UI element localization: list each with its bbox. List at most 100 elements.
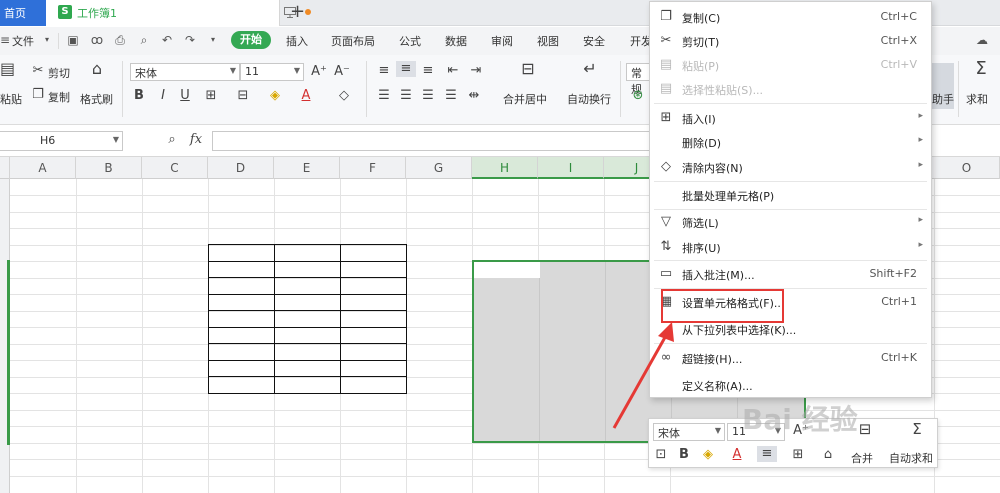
- indent-decrease-icon[interactable]: ⇤: [445, 63, 461, 79]
- print-icon[interactable]: ⎙: [113, 33, 127, 47]
- column-header-d[interactable]: D: [208, 157, 274, 179]
- column-header-e[interactable]: E: [274, 157, 340, 179]
- distribute-icon[interactable]: ⇹: [466, 88, 482, 104]
- menu-item-paste[interactable]: ▤ 粘贴(P) Ctrl+V: [650, 53, 931, 77]
- print-preview-icon[interactable]: ⌕: [137, 33, 151, 47]
- align-top-icon[interactable]: ≡: [376, 63, 392, 79]
- name-box[interactable]: H6 ▼: [0, 131, 123, 151]
- column-header-b[interactable]: B: [76, 157, 142, 179]
- tab-security[interactable]: 安全: [583, 33, 605, 49]
- sum-icon[interactable]: Σ: [971, 60, 991, 78]
- hamburger-icon[interactable]: ≡: [0, 33, 12, 47]
- menu-file[interactable]: 文件: [12, 33, 34, 49]
- menu-item-batch-process[interactable]: 批量处理单元格(P): [650, 183, 931, 207]
- align-bottom-icon[interactable]: ≡: [420, 63, 436, 79]
- cut-button[interactable]: 剪切: [48, 65, 70, 81]
- assistant-button[interactable]: 助手: [932, 91, 954, 107]
- font-color-icon[interactable]: A: [298, 88, 314, 104]
- row-headers[interactable]: [0, 179, 10, 493]
- wrap-text-button[interactable]: 自动换行: [567, 91, 611, 107]
- mini-fill-color-icon[interactable]: ◈: [699, 447, 717, 463]
- tab-start[interactable]: 开始: [231, 31, 271, 49]
- menu-item-insert[interactable]: ⊞ 插入(I) ▸: [650, 106, 931, 130]
- mini-merge-icon[interactable]: ⊟: [855, 421, 875, 437]
- formula-input[interactable]: [212, 131, 652, 151]
- menu-item-filter[interactable]: ▽ 筛选(L) ▸: [650, 210, 931, 234]
- underline-icon[interactable]: U: [178, 88, 192, 104]
- menu-item-cut[interactable]: ✂ 剪切(T) Ctrl+X: [650, 29, 931, 53]
- menu-item-copy[interactable]: ❐ 复制(C) Ctrl+C: [650, 5, 931, 29]
- tab-view[interactable]: 视图: [537, 33, 559, 49]
- cell-style-icon[interactable]: ⊟: [234, 88, 252, 104]
- scissors-icon[interactable]: ✂: [30, 63, 46, 79]
- font-size-select[interactable]: 11 ▼: [240, 63, 304, 81]
- fx-icon[interactable]: fx: [186, 132, 206, 148]
- format-painter-button[interactable]: 格式刷: [80, 91, 113, 107]
- wrap-text-icon[interactable]: ↵: [578, 61, 602, 77]
- column-header-g[interactable]: G: [406, 157, 472, 179]
- indent-increase-icon[interactable]: ⇥: [468, 63, 484, 79]
- column-header-h[interactable]: H: [472, 157, 538, 179]
- bold-icon[interactable]: B: [132, 88, 146, 104]
- format-painter-icon[interactable]: ⌂: [88, 61, 106, 77]
- column-header-a[interactable]: A: [10, 157, 76, 179]
- select-all-corner[interactable]: [0, 157, 10, 179]
- mini-autosum-button[interactable]: 自动求和: [889, 450, 933, 466]
- bordered-cell-range[interactable]: [208, 244, 407, 394]
- menu-item-define-name[interactable]: 定义名称(A)...: [650, 373, 931, 397]
- align-right-icon[interactable]: ☰: [420, 88, 436, 104]
- tab-workbook[interactable]: S 工作簿1: [46, 0, 311, 26]
- tab-home[interactable]: 首页: [0, 0, 46, 26]
- column-header-o[interactable]: O: [934, 157, 1000, 179]
- save-icon[interactable]: ▣: [66, 33, 80, 47]
- italic-icon[interactable]: I: [156, 88, 170, 104]
- mini-borders-icon[interactable]: ⊞: [789, 447, 807, 463]
- menu-item-sort[interactable]: ⇅ 排序(U) ▸: [650, 235, 931, 259]
- align-center-icon[interactable]: ☰: [398, 88, 414, 104]
- copy-icon[interactable]: ❐: [30, 87, 46, 103]
- mini-align-icon[interactable]: ≡: [757, 446, 777, 462]
- copy-button[interactable]: 复制: [48, 89, 70, 105]
- paste-icon[interactable]: ▤: [0, 61, 15, 77]
- tab-page-layout[interactable]: 页面布局: [331, 33, 375, 49]
- decrease-font-icon[interactable]: A⁻: [333, 64, 351, 80]
- menu-item-delete[interactable]: 删除(D) ▸: [650, 130, 931, 154]
- mini-merge-button[interactable]: 合并: [851, 450, 873, 466]
- mini-font-name-select[interactable]: 宋体 ▼: [653, 423, 725, 441]
- undo-icon[interactable]: ↶: [160, 33, 174, 47]
- currency-icon[interactable]: ⊛: [630, 88, 646, 104]
- cloud-icon[interactable]: ☁: [975, 33, 989, 47]
- column-header-c[interactable]: C: [142, 157, 208, 179]
- fill-color-icon[interactable]: ◈: [266, 88, 284, 104]
- eraser-icon[interactable]: ◇: [335, 88, 353, 104]
- tab-data[interactable]: 数据: [445, 33, 467, 49]
- mini-sum-icon[interactable]: Σ: [907, 421, 927, 437]
- brush-icon[interactable]: ꝏ: [90, 33, 104, 47]
- font-name-select[interactable]: 宋体 ▼: [130, 63, 240, 81]
- align-middle-icon[interactable]: ≡: [396, 61, 416, 77]
- mini-bold-button[interactable]: B: [677, 447, 691, 463]
- paste-button-label[interactable]: 粘贴: [0, 91, 22, 107]
- chevron-down-icon[interactable]: ▾: [40, 33, 54, 47]
- tab-insert[interactable]: 插入: [286, 33, 308, 49]
- menu-item-hyperlink[interactable]: ∞ 超链接(H)... Ctrl+K: [650, 346, 931, 370]
- increase-font-icon[interactable]: A⁺: [310, 64, 328, 80]
- sum-button[interactable]: 求和: [966, 91, 988, 107]
- mini-font-color-icon[interactable]: A: [729, 447, 745, 463]
- tab-review[interactable]: 审阅: [491, 33, 513, 49]
- tab-formula[interactable]: 公式: [399, 33, 421, 49]
- menu-item-insert-comment[interactable]: ▭ 插入批注(M)... Shift+F2: [650, 262, 931, 286]
- align-left-icon[interactable]: ☰: [376, 88, 392, 104]
- mini-eraser-icon[interactable]: ⌂: [819, 447, 837, 463]
- zoom-search-icon[interactable]: ⌕: [164, 132, 180, 148]
- justify-icon[interactable]: ☰: [443, 88, 459, 104]
- merge-center-button[interactable]: 合并居中: [503, 91, 547, 107]
- mini-format-icon[interactable]: ⊡: [653, 447, 669, 463]
- redo-icon[interactable]: ↷: [183, 33, 197, 47]
- menu-item-paste-special[interactable]: ▤ 选择性粘贴(S)...: [650, 77, 931, 101]
- merge-icon[interactable]: ⊟: [516, 61, 540, 77]
- new-tab-button[interactable]: +: [290, 1, 305, 22]
- column-header-i[interactable]: I: [538, 157, 604, 179]
- more-chevron-icon[interactable]: ▾: [206, 33, 220, 47]
- borders-icon[interactable]: ⊞: [202, 88, 220, 104]
